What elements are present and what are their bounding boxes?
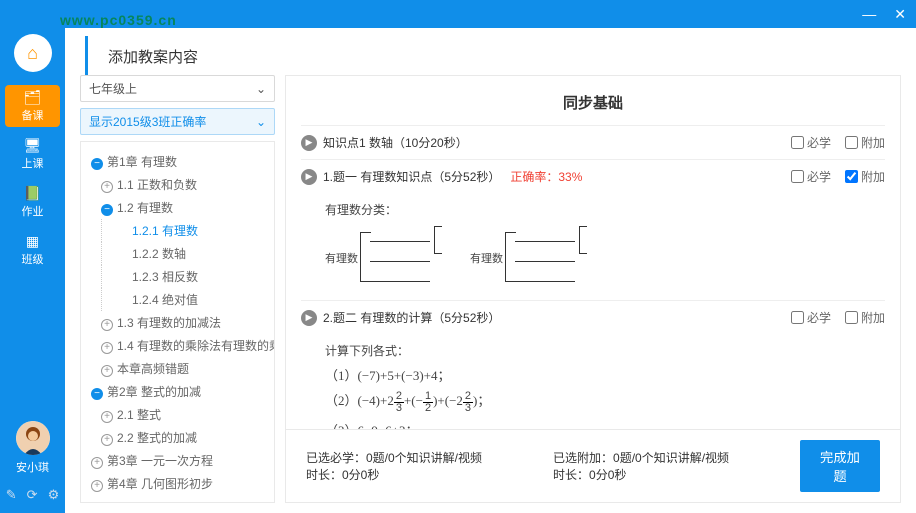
edit-icon[interactable]: ✎ [6, 487, 17, 503]
grade-selector[interactable]: 七年级上 ⌄ [80, 75, 275, 102]
tree-s121[interactable]: 1.2.1 有理数 [101, 219, 270, 242]
tree-s124[interactable]: 1.2.4 绝对值 [101, 288, 270, 311]
app-logo: ⌂ [14, 34, 52, 72]
grid-icon: ▦ [26, 233, 39, 250]
check-fujia[interactable]: 附加 [845, 168, 885, 185]
footer-fujia: 已选附加：0题/0个知识讲解/视频时长：0分0秒 [553, 449, 740, 483]
page-title: 添加教案内容 [85, 36, 916, 75]
tree-s1f[interactable]: +本章高频错题 [95, 357, 270, 380]
tree-ch1[interactable]: −第1章 有理数 [85, 150, 270, 173]
book-icon: 📗 [24, 185, 41, 202]
close-icon[interactable]: ✕ [894, 6, 906, 23]
watermark: www.pc0359.cn [60, 12, 177, 28]
panel-title: 同步基础 [286, 76, 900, 125]
check-bixue[interactable]: 必学 [791, 309, 831, 326]
chevron-down-icon: ⌄ [256, 82, 266, 96]
sidebar: ⌂ 🗂 备课 🖥 上课 📗 作业 ▦ 班级 安小琪 ✎ ⟳ ⚙ [0, 28, 65, 513]
check-bixue[interactable]: 必学 [791, 168, 831, 185]
tree-s123[interactable]: 1.2.3 相反数 [101, 265, 270, 288]
play-icon[interactable]: ▶ [301, 169, 317, 185]
nav-prepare[interactable]: 🗂 备课 [5, 85, 60, 127]
minimize-icon[interactable]: — [862, 6, 876, 22]
tree-s122[interactable]: 1.2.2 数轴 [101, 242, 270, 265]
settings-icon[interactable]: ⚙ [48, 487, 60, 503]
class-selector[interactable]: 显示2015级3班正确率 ⌄ [80, 108, 275, 135]
tree-s13[interactable]: +1.3 有理数的加减法 [95, 311, 270, 334]
right-panel: 同步基础 ▶ 知识点1 数轴（10分20秒） 必学 附加 ▶ 1.题一 有理数知… [285, 75, 901, 503]
check-fujia[interactable]: 附加 [845, 134, 885, 151]
tree-ch3[interactable]: +第3章 一元一次方程 [85, 449, 270, 472]
username: 安小琪 [16, 459, 49, 475]
tree-s12[interactable]: −1.2 有理数 [95, 196, 270, 219]
footer-bixue: 已选必学：0题/0个知识讲解/视频时长：0分0秒 [306, 449, 493, 483]
tree-s11[interactable]: +1.1 正数和负数 [95, 173, 270, 196]
briefcase-icon: 🗂 [24, 89, 42, 106]
question-row-2: ▶ 2.题二 有理数的计算（5分52秒） 必学 附加 [301, 300, 885, 334]
question-1-body: 有理数分类： 有理数 有理数 [301, 193, 885, 300]
refresh-icon[interactable]: ⟳ [27, 487, 38, 503]
tree-s14[interactable]: +1.4 有理数的乘除法有理数的乘… [95, 334, 270, 357]
play-icon[interactable]: ▶ [301, 310, 317, 326]
tree-ch2[interactable]: −第2章 整式的加减 [85, 380, 270, 403]
check-fujia[interactable]: 附加 [845, 309, 885, 326]
footer: 已选必学：0题/0个知识讲解/视频时长：0分0秒 已选附加：0题/0个知识讲解/… [286, 429, 900, 502]
question-2-body: 计算下列各式： （1）(−7)+5+(−3)+4； （2）(−4)+223+(−… [301, 334, 885, 429]
knowledge-row: ▶ 知识点1 数轴（10分20秒） 必学 附加 [301, 125, 885, 159]
play-icon[interactable]: ▶ [301, 135, 317, 151]
nav-class[interactable]: ▦ 班级 [5, 229, 60, 271]
chapter-tree: −第1章 有理数 +1.1 正数和负数 −1.2 有理数 1.2.1 有理数 1… [80, 141, 275, 503]
check-bixue[interactable]: 必学 [791, 134, 831, 151]
monitor-icon: 🖥 [24, 137, 42, 154]
avatar[interactable] [16, 421, 50, 455]
complete-button[interactable]: 完成加题 [800, 440, 880, 492]
tree-s21[interactable]: +2.1 整式 [95, 403, 270, 426]
tree-ch4[interactable]: +第4章 几何图形初步 [85, 472, 270, 495]
left-panel: 七年级上 ⌄ 显示2015级3班正确率 ⌄ −第1章 有理数 +1.1 正数和负… [80, 75, 275, 503]
nav-homework[interactable]: 📗 作业 [5, 181, 60, 223]
tree-s22[interactable]: +2.2 整式的加减 [95, 426, 270, 449]
nav-teach[interactable]: 🖥 上课 [5, 133, 60, 175]
chevron-down-icon: ⌄ [256, 115, 266, 129]
question-row-1: ▶ 1.题一 有理数知识点（5分52秒） 正确率：33% 必学 附加 [301, 159, 885, 193]
